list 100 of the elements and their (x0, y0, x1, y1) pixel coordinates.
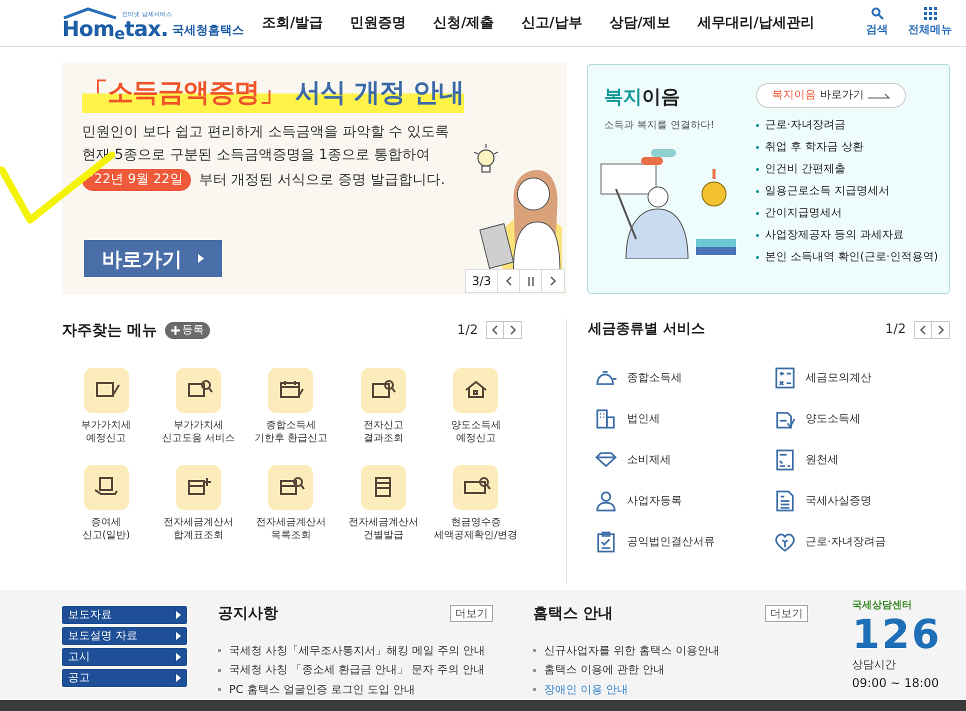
side-menu-item[interactable]: 보도설명 자료 (62, 627, 187, 645)
notice-link[interactable]: 장애인 이용 안내 (544, 682, 628, 698)
logo-name: 국세청홈택스 (172, 22, 244, 38)
menu-label: 종합소득세 (266, 418, 316, 432)
menu-shortcut[interactable]: 전자세금계산서 건별발급 (337, 464, 430, 542)
notice-link[interactable]: PC 홈택스 얼굴인증 로그인 도입 안내 (229, 682, 415, 698)
welfare-link[interactable]: 일용근로소득 지급명세서 (765, 183, 890, 199)
hours-label: 상담시간 (852, 657, 897, 673)
notice-link[interactable]: 신규사업자를 위한 홈택스 이용안내 (544, 642, 720, 659)
add-button[interactable]: 등록 (165, 322, 210, 339)
notice-link[interactable]: 국세청 사칭「세무조사통지서」해킹 메일 주의 안내 (229, 642, 485, 659)
grid-menu-icon (924, 7, 936, 20)
tax-service-link[interactable]: 소비제세 (593, 446, 772, 474)
hours-text: 09:00 ~ 18:00 (852, 674, 940, 692)
menu-label: 건별발급 (363, 528, 404, 542)
tax-service-link[interactable]: 양도소득세 (772, 405, 950, 433)
tax-service-link[interactable]: 법인세 (593, 405, 772, 433)
bullet-icon (218, 649, 221, 652)
bullet-icon (756, 234, 759, 236)
section-title: 자주찾는 메뉴 (62, 320, 158, 341)
chevron-left-icon (491, 325, 499, 336)
welfare-title: 이음 (642, 85, 680, 110)
side-menu-item[interactable]: 보도자료 (62, 606, 187, 624)
nav-link[interactable]: 상담/제보 (609, 12, 670, 34)
menu-shortcut[interactable]: 전자세금계산서 목록조회 (244, 464, 338, 542)
nav-link[interactable]: 신고/납부 (521, 12, 582, 34)
page-indicator: 1/2 (885, 320, 906, 339)
logo-wordmark: Hom$_{e}$tax. (62, 18, 168, 40)
bullet-icon (756, 146, 759, 148)
caret-right-icon (198, 254, 204, 263)
next-button[interactable] (932, 320, 950, 338)
menu-label: 증여세 (91, 516, 122, 528)
tax-service-link[interactable]: 근로·자녀장려금 (772, 528, 950, 556)
caret-right-icon (176, 632, 181, 640)
notice-link[interactable]: 홈택스 이용에 관한 안내 (544, 662, 664, 678)
menu-shortcut[interactable]: 부가가치세 신고도움 서비스 (152, 368, 245, 444)
menu-label: 전자세금계산서 (164, 516, 234, 528)
search-button[interactable]: 검색 (866, 7, 888, 39)
menu-shortcut[interactable]: 부가가치세 예정신고 (60, 368, 152, 444)
menu-label: 부가가치세 (81, 418, 132, 432)
previous-button[interactable] (486, 321, 504, 340)
previous-button[interactable] (914, 320, 932, 338)
tax-service-link[interactable]: 원천세 (772, 446, 950, 474)
tax-service-link[interactable]: 세금모의계산 (772, 364, 950, 392)
call-center-label: 국세상담센터 (852, 599, 913, 613)
tax-service-link[interactable]: 종합소득세 (593, 364, 772, 392)
nav-link[interactable]: 민원증명 (350, 12, 406, 34)
welfare-subtitle: 소득과 복지를 연결하다! (604, 118, 716, 132)
menu-label: 신고(일반) (82, 528, 130, 542)
section-title: 홈택스 안내 (533, 603, 614, 624)
menu-shortcut[interactable]: 종합소득세 기한후 환급신고 (244, 368, 338, 444)
side-menu-item[interactable]: 공고 (62, 669, 187, 687)
menu-label: 세액공제확인/변경 (434, 528, 518, 542)
welfare-link[interactable]: 사업장제공자 등의 과세자료 (765, 227, 904, 243)
menu-label: 부가가치세 (174, 418, 224, 432)
more-button[interactable]: 더보기 (450, 604, 493, 622)
menu-label: 기한후 환급신고 (254, 432, 328, 444)
search-icon (870, 7, 884, 20)
section-title: 세금종류별 서비스 (588, 320, 705, 339)
bullet-icon (533, 688, 536, 692)
menu-shortcut[interactable]: 양도소득세 예정신고 (430, 368, 522, 444)
welfare-link[interactable]: 간이지급명세서 (765, 205, 842, 221)
caret-right-icon (176, 674, 181, 682)
welfare-link-button[interactable]: 복지이음 바로가기 (756, 83, 906, 108)
pause-icon (528, 276, 534, 286)
chevron-left-icon (504, 276, 512, 286)
tax-service-link[interactable]: 공익법인결산서류 (593, 528, 772, 556)
menu-label: 전자세금계산서 (348, 516, 418, 528)
bullet-icon (756, 256, 759, 258)
call-center-number: 126 (852, 613, 942, 657)
section-title: 공지사항 (218, 603, 278, 624)
menu-shortcut[interactable]: 전자신고 결과조회 (337, 368, 430, 444)
chevron-right-icon (549, 276, 557, 286)
nav-link[interactable]: 세무대리/납세관리 (698, 12, 815, 34)
nav-link[interactable]: 조회/발급 (262, 12, 324, 34)
menu-shortcut[interactable]: 전자세금계산서 합계표조회 (152, 464, 245, 542)
welfare-link[interactable]: 본인 소득내역 확인(근로·인적용역) (765, 249, 938, 265)
menu-label: 전자신고 (363, 418, 404, 432)
welfare-title: 복지 (604, 85, 642, 110)
menu-button[interactable]: 전체메뉴 (908, 7, 952, 39)
nav-link[interactable]: 신청/제출 (433, 12, 494, 34)
bullet-icon (756, 190, 759, 192)
welfare-link[interactable]: 인건비 간편제출 (765, 161, 846, 177)
menu-shortcut[interactable]: 현금영수증 세액공제확인/변경 (430, 464, 522, 542)
bullet-icon (533, 668, 536, 672)
chevron-right-icon (508, 325, 516, 336)
side-menu-item[interactable]: 고시 (62, 648, 187, 666)
banner-text: 민원인이 보다 쉽고 편리하게 소득금액을 파악할 수 있도록 (82, 123, 450, 142)
go-button[interactable]: 바로가기 (84, 240, 222, 277)
tax-service-link[interactable]: 사업자등록 (593, 487, 772, 515)
caret-right-icon (176, 653, 181, 661)
notice-link[interactable]: 국세청 사칭 「종소세 환급금 안내」 문자 주의 안내 (229, 662, 484, 678)
more-button[interactable]: 더보기 (765, 604, 808, 622)
welfare-link[interactable]: 근로·자녀장려금 (765, 117, 846, 133)
date-badge: ’22년 9월 22일 (82, 169, 191, 191)
next-button[interactable] (504, 321, 522, 340)
menu-label: 전자세금계산서 (256, 516, 326, 528)
welfare-link[interactable]: 취업 후 학자금 상환 (765, 139, 864, 155)
tax-service-link[interactable]: 국세사실증명 (772, 487, 950, 515)
menu-shortcut[interactable]: 증여세 신고(일반) (60, 464, 152, 542)
